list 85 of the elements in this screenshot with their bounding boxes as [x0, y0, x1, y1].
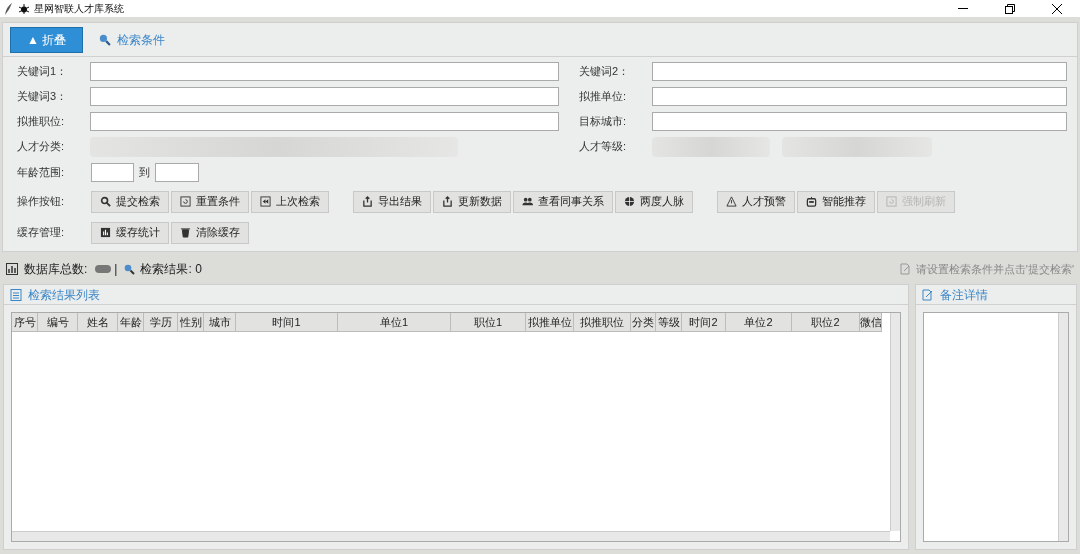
action-button[interactable]: 重置条件 [171, 190, 249, 213]
text-field[interactable] [90, 62, 559, 81]
column-header[interactable]: 等级 [656, 313, 682, 332]
field-label: 拟推单位: [578, 89, 628, 105]
field-label: 年龄范围: [16, 165, 66, 181]
action-button[interactable]: 清除缓存 [171, 221, 249, 244]
field-label: 关键词2： [578, 64, 631, 80]
text-field[interactable] [90, 112, 559, 131]
action-button[interactable]: 查看同事关系 [513, 190, 613, 213]
list-icon [10, 288, 22, 301]
action-button[interactable]: 缓存统计 [91, 221, 169, 244]
action-button[interactable]: 两度人脉 [615, 190, 693, 213]
range-separator: 到 [139, 165, 150, 181]
search-icon [100, 196, 111, 207]
action-button[interactable]: 导出结果 [353, 190, 431, 213]
search-icon [123, 263, 136, 275]
people-icon [522, 196, 533, 207]
column-header[interactable]: 拟推职位 [574, 313, 631, 332]
action-button[interactable]: 上次检索 [251, 190, 329, 213]
column-header[interactable]: 城市 [204, 313, 236, 332]
action-button[interactable]: 提交检索 [91, 190, 169, 213]
notes-field[interactable] [923, 312, 1069, 542]
field-label: 拟推职位: [16, 114, 66, 130]
restore-icon [1004, 3, 1015, 14]
field-label: 人才分类: [16, 139, 66, 155]
text-field[interactable] [652, 87, 1067, 106]
export-icon [362, 196, 373, 207]
column-header[interactable]: 编号 [38, 313, 78, 332]
close-icon [1051, 3, 1062, 14]
redacted-count [95, 265, 112, 273]
refresh-icon [180, 196, 191, 207]
status-hint: 请设置检索条件并点击'提交检索' [915, 261, 1074, 277]
warning-icon [726, 196, 737, 207]
chart-icon [6, 263, 18, 275]
text-field[interactable] [90, 87, 559, 106]
action-button[interactable]: 人才预警 [717, 190, 795, 213]
max-age-field[interactable] [155, 163, 199, 182]
refresh-icon [886, 196, 897, 207]
edit-icon [922, 288, 934, 301]
field-label: 目标城市: [578, 114, 628, 130]
text-field[interactable] [652, 112, 1067, 131]
column-header[interactable]: 年龄 [118, 313, 144, 332]
db-total-label: 数据库总数: [24, 261, 88, 278]
search-icon [98, 33, 111, 46]
column-header[interactable]: 性别 [178, 313, 204, 332]
result-count: 检索结果: 0 [140, 261, 202, 278]
trash-icon [180, 227, 191, 238]
column-header[interactable]: 学历 [144, 313, 178, 332]
robot-icon [806, 196, 817, 207]
rewind-icon [260, 196, 271, 207]
column-header[interactable]: 单位2 [726, 313, 792, 332]
globe-icon [624, 196, 635, 207]
minimize-icon [957, 7, 968, 10]
horizontal-scrollbar[interactable] [12, 531, 890, 541]
export-icon [442, 196, 453, 207]
column-header[interactable]: 拟推单位 [526, 313, 574, 332]
column-header[interactable]: 分类 [631, 313, 656, 332]
field-label: 关键词1： [16, 64, 69, 80]
vertical-scrollbar[interactable] [890, 313, 900, 531]
status-separator: | [114, 261, 118, 278]
text-field[interactable] [652, 62, 1067, 81]
column-header[interactable]: 微信 [860, 313, 882, 332]
column-header[interactable]: 姓名 [78, 313, 118, 332]
column-header[interactable]: 单位1 [338, 313, 451, 332]
bug-icon [19, 3, 29, 14]
feather-icon [4, 2, 14, 15]
panel-title: 检索结果列表 [28, 286, 100, 304]
panel-title: 备注详情 [940, 286, 988, 304]
edit-icon [899, 263, 911, 275]
section-title: 检索条件 [117, 31, 165, 49]
action-button[interactable]: 智能推荐 [797, 190, 875, 213]
column-header[interactable]: 时间2 [682, 313, 726, 332]
vertical-scrollbar[interactable] [1058, 313, 1068, 541]
field-label: 缓存管理: [16, 225, 66, 241]
chart-icon [100, 227, 111, 238]
min-age-field[interactable] [91, 163, 134, 182]
field-label: 人才等级: [578, 139, 628, 155]
field-label: 操作按钮: [16, 194, 66, 210]
window-title: 星网智联人才库系统 [34, 2, 124, 16]
column-header[interactable]: 序号 [12, 313, 38, 332]
column-header[interactable]: 职位1 [451, 313, 526, 332]
action-button[interactable]: 更新数据 [433, 190, 511, 213]
field-label: 关键词3： [16, 89, 69, 105]
column-header[interactable]: 时间1 [236, 313, 338, 332]
column-header[interactable]: 职位2 [792, 313, 860, 332]
